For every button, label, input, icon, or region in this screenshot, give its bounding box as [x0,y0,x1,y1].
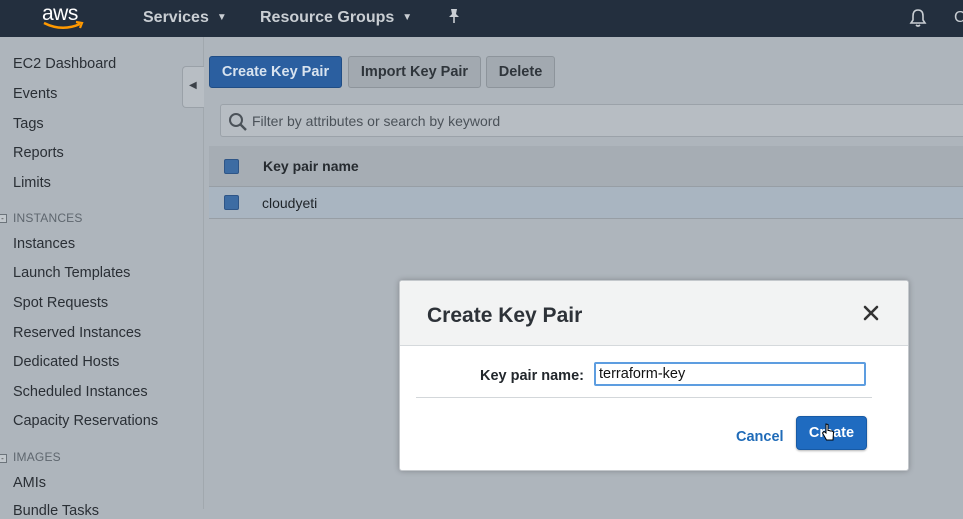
sidebar-collapse-toggle[interactable]: ◀ [182,66,204,108]
close-icon[interactable] [861,303,881,323]
sidebar-item-ec2-dashboard[interactable]: EC2 Dashboard [13,56,116,72]
sidebar: EC2 Dashboard Events Tags Reports Limits… [0,37,204,519]
chevron-down-icon: ▼ [402,12,413,23]
table-row[interactable]: cloudyeti [209,187,963,219]
select-all-checkbox[interactable] [224,159,239,174]
sidebar-item-capacity-reservations[interactable]: Capacity Reservations [13,413,158,429]
key-pair-name-label: Key pair name: [480,368,584,384]
sidebar-item-limits[interactable]: Limits [13,175,51,191]
sidebar-item-spot-requests[interactable]: Spot Requests [13,295,108,311]
column-header-key-pair-name[interactable]: Key pair name [263,158,359,174]
hand-cursor-icon [821,423,835,441]
filter-search-input[interactable]: Filter by attributes or search by keywor… [220,104,963,137]
search-icon [229,113,247,131]
chevron-down-icon: ▼ [216,12,227,23]
sidebar-item-amis[interactable]: AMIs [13,475,46,491]
key-pair-name-input[interactable] [594,362,866,386]
chevron-left-icon: ◀ [189,80,197,91]
sidebar-item-launch-templates[interactable]: Launch Templates [13,265,130,281]
collapse-section-icon[interactable]: - [0,454,7,463]
dialog-header: Create Key Pair [400,281,908,346]
sidebar-section-instances[interactable]: INSTANCES [13,211,83,225]
table-header: Key pair name [209,146,963,187]
sidebar-item-bundle-tasks[interactable]: Bundle Tasks [13,503,99,519]
dialog-title: Create Key Pair [427,304,583,327]
aws-smile-icon [43,20,84,29]
bell-icon[interactable] [909,8,927,28]
sidebar-item-tags[interactable]: Tags [13,116,44,132]
nav-cut-off-item[interactable]: C [954,9,963,27]
dialog-divider [416,397,872,398]
filter-placeholder: Filter by attributes or search by keywor… [252,113,501,129]
create-key-pair-button[interactable]: Create Key Pair [209,56,342,88]
aws-logo[interactable]: aws [42,2,88,34]
key-pair-name-cell: cloudyeti [262,195,318,211]
sidebar-item-reports[interactable]: Reports [13,145,64,161]
sidebar-item-reserved-instances[interactable]: Reserved Instances [13,325,141,341]
sidebar-section-images[interactable]: IMAGES [13,450,61,464]
import-key-pair-button[interactable]: Import Key Pair [348,56,481,88]
sidebar-item-instances[interactable]: Instances [13,236,75,252]
sidebar-item-events[interactable]: Events [13,86,57,102]
top-nav-bar: aws Services ▼ Resource Groups ▼ C [0,0,963,37]
resource-groups-label: Resource Groups [260,9,395,26]
services-label: Services [143,9,209,26]
create-key-pair-dialog: Create Key Pair Key pair name: Cancel Cr… [399,280,909,471]
cancel-button[interactable]: Cancel [736,429,784,445]
delete-button[interactable]: Delete [486,56,555,88]
collapse-section-icon[interactable]: - [0,214,7,223]
sidebar-item-dedicated-hosts[interactable]: Dedicated Hosts [13,354,119,370]
row-checkbox[interactable] [224,195,239,210]
sidebar-item-scheduled-instances[interactable]: Scheduled Instances [13,384,148,400]
pin-icon[interactable] [447,8,461,24]
resource-groups-menu[interactable]: Resource Groups ▼ [260,9,412,27]
services-menu[interactable]: Services ▼ [143,9,227,27]
